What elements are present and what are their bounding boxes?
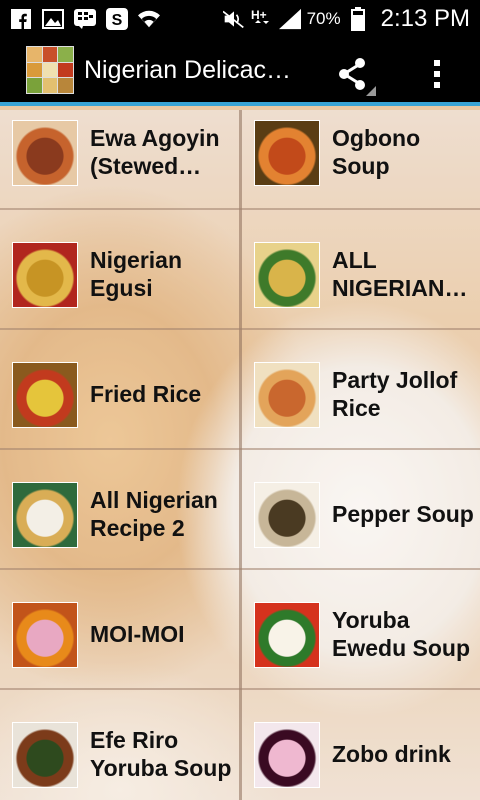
row-divider	[0, 208, 480, 210]
recipe-thumbnail	[12, 602, 78, 668]
battery-percent: 70%	[306, 9, 341, 28]
action-bar: Nigerian Delicac…	[0, 38, 480, 106]
column-divider	[239, 110, 242, 800]
recipe-label: Fried Rice	[90, 381, 202, 407]
recipe-item[interactable]: All Nigerian Recipe 2	[0, 474, 240, 594]
recipe-thumbnail	[12, 482, 78, 548]
recipe-thumbnail	[12, 362, 78, 428]
recipe-thumbnail	[12, 120, 78, 186]
status-bar: S H+ 70% 2:13 PM	[0, 0, 480, 38]
recipe-label: Ogbono Soup (Draw…	[332, 125, 421, 179]
hplus-icon: H+	[251, 8, 273, 30]
recipe-label: Zobo drink	[332, 741, 451, 767]
svg-text:S: S	[112, 12, 123, 29]
recipe-item[interactable]: Fried Rice	[0, 354, 240, 474]
recipe-thumbnail	[12, 722, 78, 788]
recipe-thumbnail	[254, 242, 320, 308]
recipe-item[interactable]: Nigerian Egusi Soup…	[0, 234, 240, 354]
overflow-menu-icon	[434, 60, 440, 66]
wifi-icon	[138, 8, 160, 30]
svg-text:H+: H+	[251, 8, 267, 22]
recipe-label: Pepper Soup	[332, 501, 474, 527]
skype-icon: S	[106, 8, 128, 30]
recipe-thumbnail	[12, 242, 78, 308]
image-icon	[42, 8, 64, 30]
recipe-item[interactable]: Pepper Soup	[242, 474, 480, 594]
page-title: Nigerian Delicac…	[84, 55, 292, 84]
recipe-label: Ewa Agoyin (Stewed…	[90, 125, 220, 179]
recipe-item[interactable]: Ogbono Soup (Draw…	[242, 112, 480, 232]
recipe-label: Efe Riro Yoruba Soup	[90, 727, 232, 781]
recipe-label: Yoruba Ewedu Soup	[332, 607, 470, 661]
recipe-label: ALL NIGERIAN…	[332, 247, 468, 301]
app-logo-icon[interactable]	[26, 46, 74, 94]
overflow-menu-button[interactable]	[422, 52, 452, 96]
recipe-grid-background: Ewa Agoyin (Stewed… Ogbono Soup (Draw… Nig…	[0, 110, 480, 800]
recipe-label: MOI-MOI	[90, 621, 185, 647]
recipe-item[interactable]: Party Jollof Rice	[242, 354, 480, 474]
recipe-item[interactable]: ALL NIGERIAN…	[242, 234, 480, 354]
overflow-menu-dot	[434, 71, 440, 77]
row-divider	[0, 448, 480, 450]
recipe-item[interactable]: Yoruba Ewedu Soup	[242, 594, 480, 714]
recipe-label: All Nigerian Recipe 2	[90, 487, 218, 541]
battery-icon	[347, 7, 369, 31]
clock: 2:13 PM	[380, 5, 470, 32]
recipe-thumbnail	[254, 120, 320, 186]
recipe-thumbnail	[254, 482, 320, 548]
signal-icon	[278, 8, 301, 30]
recipe-thumbnail	[254, 602, 320, 668]
overflow-menu-dot	[434, 82, 440, 88]
mute-icon	[222, 8, 245, 30]
row-divider	[0, 328, 480, 330]
recipe-thumbnail	[254, 722, 320, 788]
bbm-icon	[74, 8, 96, 30]
row-divider	[0, 688, 480, 690]
recipe-label: Nigerian Egusi Soup…	[90, 247, 183, 301]
recipe-label: Party Jollof Rice	[332, 367, 458, 421]
recipe-item[interactable]: Zobo drink	[242, 714, 480, 800]
recipe-item[interactable]: Ewa Agoyin (Stewed…	[0, 112, 240, 232]
recipe-item[interactable]: Efe Riro Yoruba Soup	[0, 714, 240, 800]
share-icon	[339, 58, 376, 96]
facebook-icon	[10, 8, 32, 30]
share-button[interactable]	[332, 52, 376, 96]
row-divider	[0, 568, 480, 570]
recipe-item[interactable]: MOI-MOI	[0, 594, 240, 714]
recipe-thumbnail	[254, 362, 320, 428]
